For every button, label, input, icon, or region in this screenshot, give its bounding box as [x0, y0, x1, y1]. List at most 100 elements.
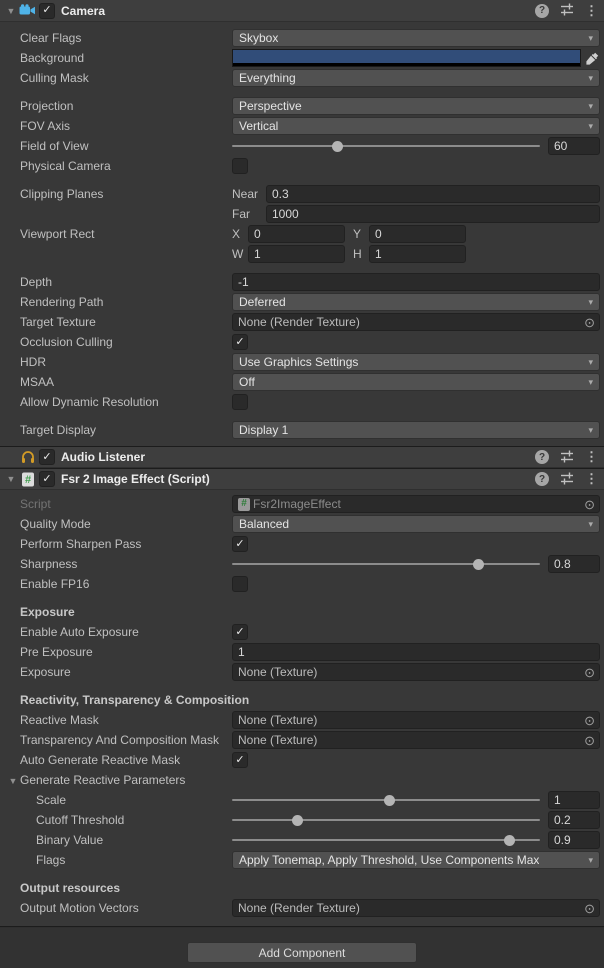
- cutoff-threshold-input[interactable]: 0.2: [548, 811, 600, 829]
- section-header-exposure: Exposure: [0, 602, 604, 622]
- audio-listener-enabled-checkbox[interactable]: ✓: [39, 449, 55, 465]
- binary-value-slider[interactable]: [232, 831, 540, 849]
- audio-listener-component-header[interactable]: ✓ Audio Listener ? ⋮: [0, 446, 604, 468]
- field-label: Viewport Rect: [0, 227, 232, 241]
- kebab-menu-icon[interactable]: ⋮: [585, 472, 598, 486]
- eyedropper-icon[interactable]: [585, 50, 600, 66]
- exposure-object-field[interactable]: None (Texture)⊙: [232, 663, 600, 681]
- field-label: Target Display: [0, 423, 232, 437]
- flags-dropdown[interactable]: Apply Tonemap, Apply Threshold, Use Comp…: [232, 851, 600, 869]
- far-clip-input[interactable]: 1000: [266, 205, 600, 223]
- viewport-w-input[interactable]: 1: [248, 245, 345, 263]
- object-picker-icon[interactable]: ⊙: [580, 902, 595, 915]
- culling-mask-dropdown[interactable]: Everything▾: [232, 69, 600, 87]
- far-prefix-label: Far: [232, 207, 266, 221]
- target-display-dropdown[interactable]: Display 1▾: [232, 421, 600, 439]
- slider-knob[interactable]: [292, 815, 303, 826]
- foldout-arrow-icon[interactable]: ▼: [6, 776, 20, 786]
- slider-knob[interactable]: [384, 795, 395, 806]
- field-of-view-input[interactable]: 60: [548, 137, 600, 155]
- foldout-arrow-icon[interactable]: ▼: [4, 474, 18, 484]
- field-row-generate-reactive-parameters: ▼Generate Reactive Parameters: [0, 770, 604, 790]
- viewport-y-input[interactable]: 0: [369, 225, 466, 243]
- field-label: Transparency And Composition Mask: [0, 733, 232, 747]
- occlusion-culling-checkbox[interactable]: ✓: [232, 334, 248, 350]
- camera-component-header[interactable]: ▼ ✓ Camera ? ⋮: [0, 0, 604, 22]
- slider-knob[interactable]: [332, 141, 343, 152]
- field-label: Binary Value: [0, 833, 232, 847]
- output-motion-vectors-object-field[interactable]: None (Render Texture)⊙: [232, 899, 600, 917]
- unity-inspector-panel: ▼ ✓ Camera ? ⋮ Clear Flags Skybox▾ Backg…: [0, 0, 604, 968]
- object-picker-icon[interactable]: ⊙: [580, 666, 595, 679]
- field-row-clear-flags: Clear Flags Skybox▾: [0, 28, 604, 48]
- background-color-swatch[interactable]: [232, 49, 581, 67]
- object-picker-icon[interactable]: ⊙: [580, 316, 595, 329]
- component-title: Camera: [61, 4, 105, 18]
- fov-axis-dropdown[interactable]: Vertical▾: [232, 117, 600, 135]
- viewport-x-input[interactable]: 0: [248, 225, 345, 243]
- near-clip-input[interactable]: 0.3: [266, 185, 600, 203]
- field-label: Field of View: [0, 139, 232, 153]
- help-icon[interactable]: ?: [535, 4, 549, 18]
- transparency-mask-object-field[interactable]: None (Texture)⊙: [232, 731, 600, 749]
- auto-generate-reactive-mask-checkbox[interactable]: ✓: [232, 752, 248, 768]
- quality-mode-dropdown[interactable]: Balanced▾: [232, 515, 600, 533]
- enable-auto-exposure-checkbox[interactable]: ✓: [232, 624, 248, 640]
- scale-slider[interactable]: [232, 791, 540, 809]
- field-row-scale: Scale 1: [0, 790, 604, 810]
- clear-flags-dropdown[interactable]: Skybox▾: [232, 29, 600, 47]
- enable-fp16-checkbox[interactable]: [232, 576, 248, 592]
- object-picker-icon[interactable]: ⊙: [580, 714, 595, 727]
- hdr-dropdown[interactable]: Use Graphics Settings▾: [232, 353, 600, 371]
- kebab-menu-icon[interactable]: ⋮: [585, 4, 598, 18]
- rendering-path-dropdown[interactable]: Deferred▾: [232, 293, 600, 311]
- chevron-down-icon: ▾: [584, 121, 593, 132]
- help-icon[interactable]: ?: [535, 450, 549, 464]
- camera-enabled-checkbox[interactable]: ✓: [39, 3, 55, 19]
- section-title: Exposure: [0, 605, 232, 619]
- kebab-menu-icon[interactable]: ⋮: [585, 450, 598, 464]
- field-row-transparency-mask: Transparency And Composition Mask None (…: [0, 730, 604, 750]
- pre-exposure-input[interactable]: 1: [232, 643, 600, 661]
- field-label: Culling Mask: [0, 71, 232, 85]
- viewport-h-input[interactable]: 1: [369, 245, 466, 263]
- component-title: Audio Listener: [61, 450, 145, 464]
- field-row-cutoff-threshold: Cutoff Threshold 0.2: [0, 810, 604, 830]
- depth-input[interactable]: -1: [232, 273, 600, 291]
- msaa-dropdown[interactable]: Off▾: [232, 373, 600, 391]
- help-icon[interactable]: ?: [535, 472, 549, 486]
- scale-input[interactable]: 1: [548, 791, 600, 809]
- presets-icon[interactable]: [560, 471, 574, 488]
- physical-camera-checkbox[interactable]: [232, 158, 248, 174]
- object-picker-icon[interactable]: ⊙: [580, 498, 595, 511]
- object-picker-icon[interactable]: ⊙: [580, 734, 595, 747]
- foldout-arrow-icon[interactable]: ▼: [4, 6, 18, 16]
- sharpness-input[interactable]: 0.8: [548, 555, 600, 573]
- presets-icon[interactable]: [560, 449, 574, 466]
- y-prefix-label: Y: [353, 227, 369, 241]
- reactive-mask-object-field[interactable]: None (Texture)⊙: [232, 711, 600, 729]
- perform-sharpen-pass-checkbox[interactable]: ✓: [232, 536, 248, 552]
- target-texture-object-field[interactable]: None (Render Texture)⊙: [232, 313, 600, 331]
- field-of-view-slider[interactable]: [232, 137, 540, 155]
- chevron-down-icon: ▾: [584, 73, 593, 84]
- check-icon: ✓: [235, 626, 244, 639]
- binary-value-input[interactable]: 0.9: [548, 831, 600, 849]
- projection-dropdown[interactable]: Perspective▾: [232, 97, 600, 115]
- slider-knob[interactable]: [473, 559, 484, 570]
- fsr2-component-header[interactable]: ▼ # ✓ Fsr 2 Image Effect (Script) ? ⋮: [0, 468, 604, 490]
- field-label: Enable FP16: [0, 577, 232, 591]
- add-component-button[interactable]: Add Component: [187, 942, 417, 963]
- sharpness-slider[interactable]: [232, 555, 540, 573]
- alpha-bar: [233, 63, 580, 66]
- slider-knob[interactable]: [504, 835, 515, 846]
- field-row-background: Background: [0, 48, 604, 68]
- field-row-clipping-far: Far 1000: [0, 204, 604, 224]
- presets-icon[interactable]: [560, 2, 574, 19]
- field-row-physical-camera: Physical Camera: [0, 156, 604, 176]
- section-title: Reactivity, Transparency & Composition: [0, 693, 420, 707]
- allow-dynamic-resolution-checkbox[interactable]: [232, 394, 248, 410]
- fsr2-enabled-checkbox[interactable]: ✓: [39, 471, 55, 487]
- cutoff-threshold-slider[interactable]: [232, 811, 540, 829]
- field-row-enable-auto-exposure: Enable Auto Exposure ✓: [0, 622, 604, 642]
